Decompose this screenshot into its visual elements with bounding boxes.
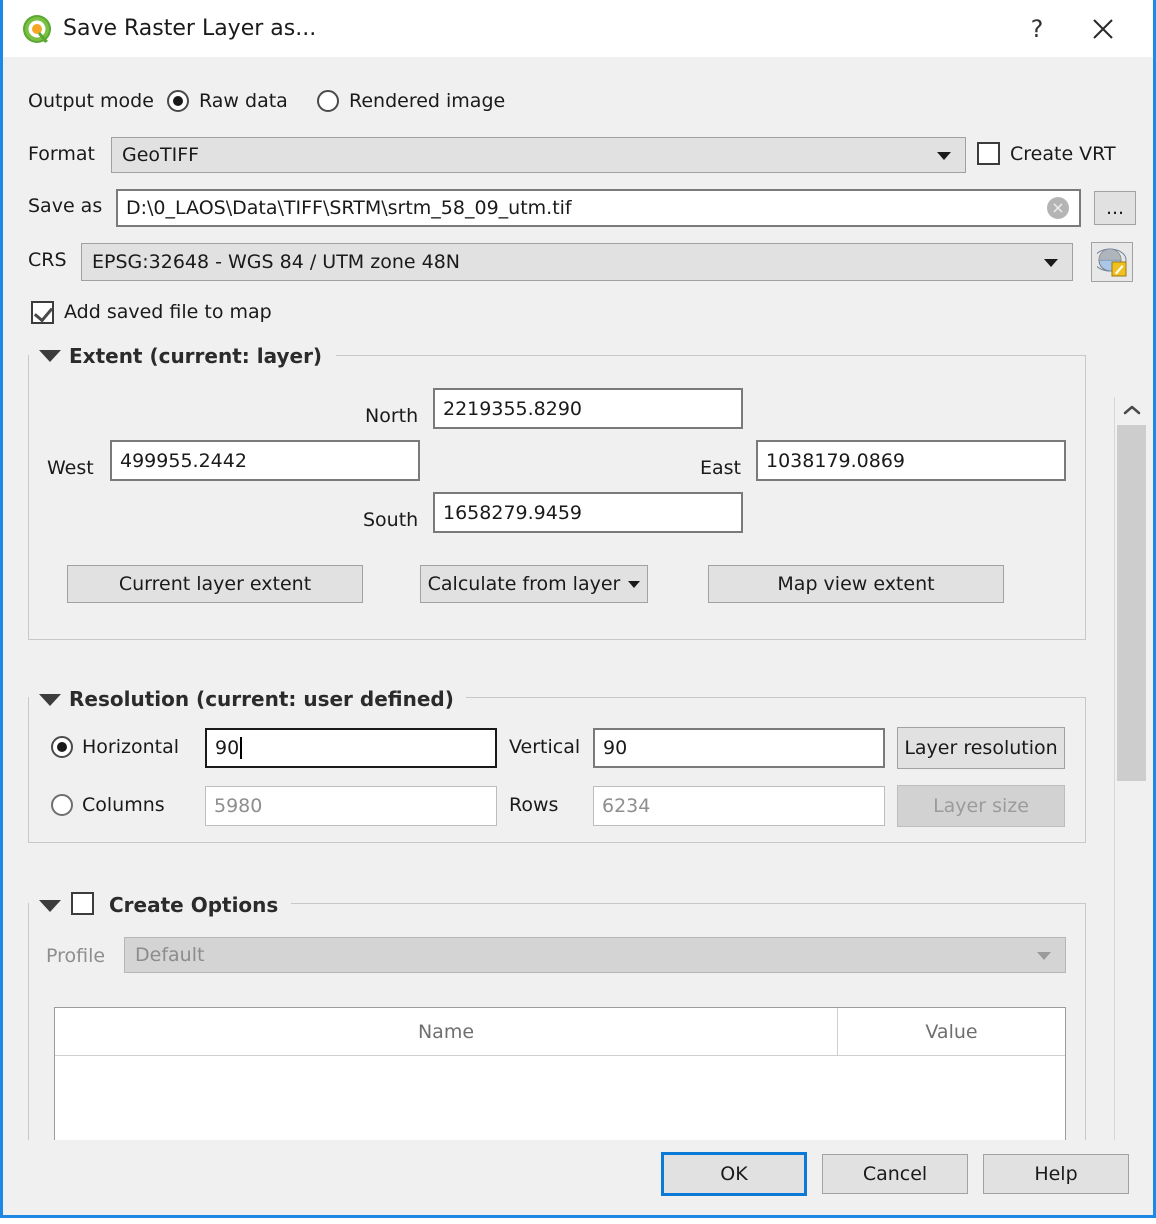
ok-button[interactable]: OK — [661, 1152, 807, 1196]
content-scrollbar[interactable] — [1114, 397, 1147, 1197]
dialog-body: Output mode Raw data Rendered image Form… — [6, 57, 1150, 1215]
east-label: East — [700, 457, 741, 479]
radio-horizontal[interactable] — [51, 736, 73, 758]
rows-label: Rows — [509, 794, 559, 816]
west-input[interactable]: 499955.2442 — [110, 440, 420, 481]
add-saved-file-label: Add saved file to map — [64, 301, 272, 323]
south-label: South — [363, 509, 419, 531]
map-view-extent-label: Map view extent — [777, 573, 935, 595]
desktop-background — [0, 1218, 1156, 1224]
format-value: GeoTIFF — [122, 144, 200, 166]
north-input[interactable]: 2219355.8290 — [433, 388, 743, 429]
radio-rendered-image-label: Rendered image — [349, 90, 506, 112]
browse-label: ... — [1105, 197, 1125, 219]
title-bar: Save Raster Layer as... ? — [3, 0, 1153, 57]
south-input[interactable]: 1658279.9459 — [433, 492, 743, 533]
cancel-button[interactable]: Cancel — [822, 1154, 968, 1194]
output-mode-label: Output mode — [28, 90, 154, 112]
column-header-value[interactable]: Value — [838, 1008, 1065, 1055]
profile-label: Profile — [46, 945, 106, 967]
format-combo[interactable]: GeoTIFF — [111, 137, 966, 173]
vertical-resolution-value: 90 — [603, 737, 628, 759]
save-raster-layer-dialog: Save Raster Layer as... ? Output mode Ra… — [0, 0, 1156, 1218]
save-as-value: D:\0_LAOS\Data\TIFF\SRTM\srtm_58_09_utm.… — [126, 197, 572, 219]
profile-value: Default — [135, 944, 205, 966]
qgis-logo-icon — [21, 13, 53, 45]
columns-value: 5980 — [214, 795, 263, 817]
dialog-button-bar: OK Cancel Help — [6, 1140, 1150, 1215]
chevron-down-icon — [937, 152, 951, 160]
crs-combo[interactable]: EPSG:32648 - WGS 84 / UTM zone 48N — [81, 243, 1073, 281]
create-vrt-label: Create VRT — [1010, 143, 1116, 165]
scroll-up-icon[interactable] — [1115, 397, 1148, 423]
create-options-table[interactable]: Name Value — [54, 1007, 1066, 1157]
calculate-from-layer-button[interactable]: Calculate from layer — [420, 565, 648, 603]
columns-label: Columns — [82, 794, 165, 816]
map-view-extent-button[interactable]: Map view extent — [708, 565, 1004, 603]
select-crs-button[interactable] — [1091, 242, 1133, 282]
current-layer-extent-label: Current layer extent — [118, 573, 312, 595]
table-header-row: Name Value — [55, 1008, 1065, 1056]
ok-label: OK — [720, 1163, 748, 1185]
clear-glyph: × — [1051, 198, 1065, 217]
columns-input: 5980 — [205, 786, 497, 826]
south-value: 1658279.9459 — [443, 501, 583, 524]
column-header-name[interactable]: Name — [55, 1008, 838, 1055]
layer-size-button: Layer size — [897, 785, 1065, 827]
help-button[interactable]: Help — [983, 1154, 1129, 1194]
cancel-label: Cancel — [862, 1163, 928, 1185]
scrollbar-thumb[interactable] — [1117, 425, 1146, 781]
horizontal-resolution-value: 90 — [215, 737, 240, 759]
rows-value: 6234 — [602, 795, 651, 817]
help-label: Help — [1034, 1163, 1078, 1185]
north-value: 2219355.8290 — [443, 397, 583, 420]
chevron-down-icon — [628, 580, 641, 588]
vertical-label: Vertical — [509, 736, 581, 758]
chevron-down-icon — [1044, 259, 1058, 267]
north-label: North — [365, 405, 419, 427]
add-saved-file-checkbox[interactable] — [31, 301, 54, 324]
west-value: 499955.2442 — [120, 449, 247, 472]
rows-input: 6234 — [593, 786, 885, 826]
horizontal-resolution-input[interactable]: 90 — [205, 728, 497, 768]
radio-raw-data[interactable] — [167, 90, 189, 112]
save-as-input[interactable]: D:\0_LAOS\Data\TIFF\SRTM\srtm_58_09_utm.… — [116, 189, 1081, 227]
text-caret — [240, 737, 243, 759]
horizontal-label: Horizontal — [82, 736, 180, 758]
create-vrt-checkbox[interactable] — [977, 142, 1000, 165]
profile-combo: Default — [124, 937, 1066, 973]
east-value: 1038179.0869 — [766, 449, 906, 472]
vertical-resolution-input[interactable]: 90 — [593, 728, 885, 768]
east-input[interactable]: 1038179.0869 — [756, 440, 1066, 481]
layer-size-label: Layer size — [933, 795, 1029, 817]
close-icon[interactable] — [1073, 0, 1133, 57]
radio-rendered-image[interactable] — [317, 90, 339, 112]
crs-value: EPSG:32648 - WGS 84 / UTM zone 48N — [92, 251, 460, 273]
clear-icon[interactable]: × — [1047, 197, 1069, 219]
format-label: Format — [28, 143, 95, 165]
close-glyph — [1093, 18, 1113, 39]
crs-label: CRS — [28, 249, 67, 271]
calculate-from-layer-label: Calculate from layer — [427, 573, 621, 595]
current-layer-extent-button[interactable]: Current layer extent — [67, 565, 363, 603]
layer-resolution-label: Layer resolution — [904, 737, 1058, 759]
help-glyph: ? — [1030, 14, 1044, 43]
help-icon[interactable]: ? — [1007, 0, 1067, 57]
browse-button[interactable]: ... — [1094, 191, 1136, 225]
chevron-down-icon — [1037, 952, 1051, 960]
west-label: West — [47, 457, 94, 479]
globe-icon — [1097, 248, 1127, 277]
radio-columns[interactable] — [51, 794, 73, 816]
layer-resolution-button[interactable]: Layer resolution — [897, 727, 1065, 769]
dialog-title: Save Raster Layer as... — [63, 16, 317, 41]
radio-raw-data-label: Raw data — [199, 90, 288, 112]
save-as-label: Save as — [28, 195, 103, 217]
